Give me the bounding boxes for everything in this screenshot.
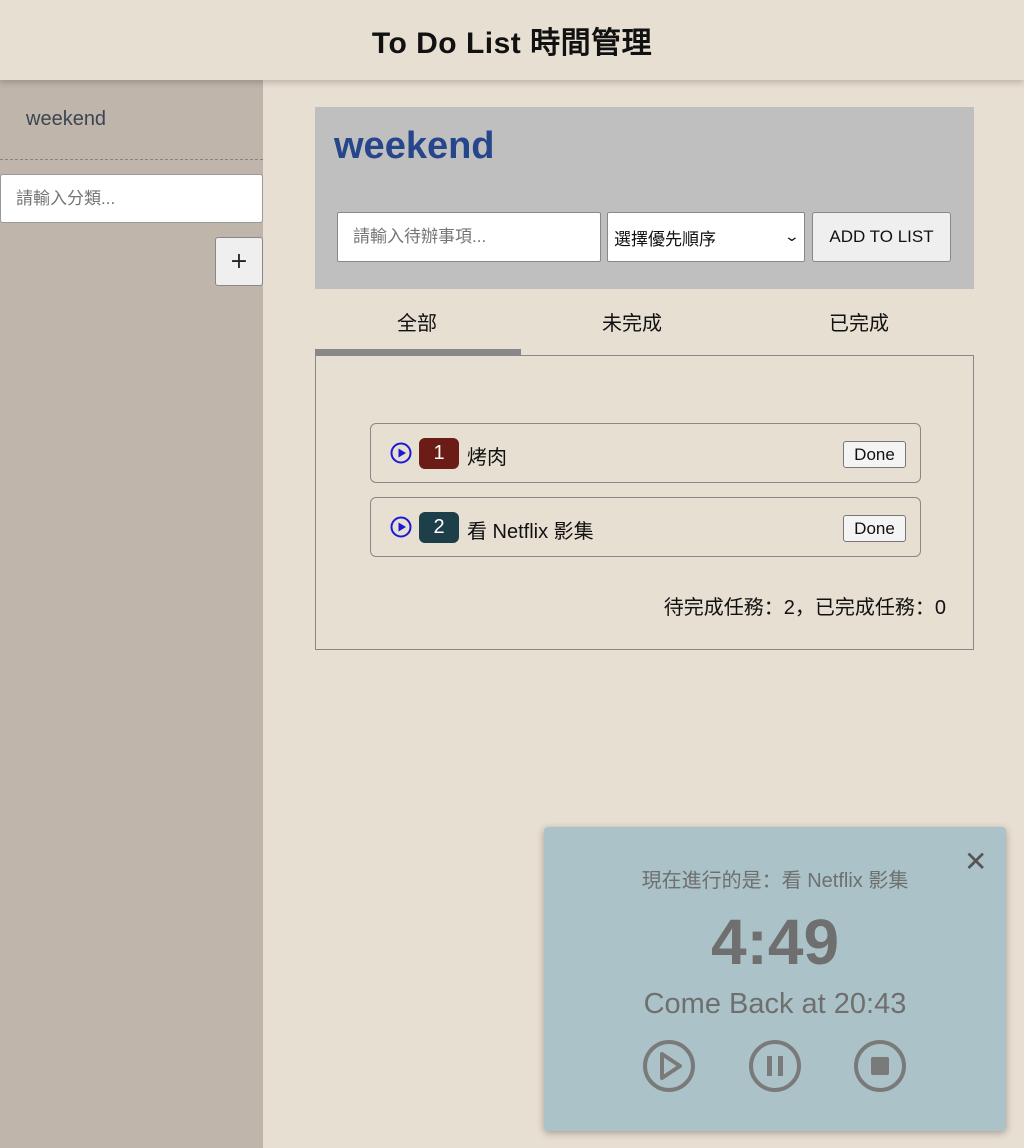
category-input[interactable] — [0, 174, 263, 223]
task-summary: 待完成任務：2，已完成任務：0 — [663, 597, 946, 619]
priority-select-value: 選擇優先順序 — [614, 229, 716, 249]
list-item: 1 烤肉 Done — [370, 423, 921, 483]
list-item: 2 看 Netflix 影集 Done — [370, 497, 921, 557]
play-circle-icon[interactable] — [390, 442, 412, 464]
chevron-down-icon: ⌄ — [783, 229, 801, 245]
play-icon[interactable] — [642, 1039, 696, 1093]
stop-icon[interactable] — [853, 1039, 907, 1093]
tab-all[interactable]: 全部 — [397, 307, 437, 336]
priority-badge: 1 — [419, 438, 459, 469]
todo-panel: weekend 選擇優先順序 ⌄ ADD TO LIST — [315, 107, 974, 289]
app-header: To Do List 時間管理 — [0, 0, 1024, 80]
pomodoro-timer: ✕ 現在進行的是：看 Netflix 影集 4:49 Come Back at … — [544, 827, 1006, 1131]
add-to-list-button[interactable]: ADD TO LIST — [812, 212, 951, 262]
add-category-button[interactable]: + — [215, 237, 263, 286]
todo-text: 烤肉 — [467, 447, 507, 469]
current-task-label: 現在進行的是：看 Netflix 影集 — [641, 870, 909, 892]
page-title: To Do List 時間管理 — [371, 27, 653, 60]
tab-incomplete[interactable]: 未完成 — [602, 307, 662, 336]
countdown-display: 4:49 — [710, 906, 840, 978]
sidebar-item-weekend[interactable]: weekend — [0, 80, 263, 160]
done-button[interactable]: Done — [843, 515, 906, 542]
come-back-time: Come Back at 20:43 — [643, 988, 907, 1020]
priority-select[interactable]: 選擇優先順序 ⌄ — [607, 212, 805, 262]
priority-badge: 2 — [419, 512, 459, 543]
sidebar: weekend + — [0, 80, 263, 1148]
tab-completed[interactable]: 已完成 — [829, 307, 889, 336]
todo-text: 看 Netflix 影集 — [467, 521, 594, 543]
filter-tabs: 全部 未完成 已完成 — [315, 289, 974, 355]
todo-list: 1 烤肉 Done 2 看 Netflix 影集 Done 待完成任務：2，已完… — [315, 355, 974, 650]
play-circle-icon[interactable] — [390, 516, 412, 538]
done-button[interactable]: Done — [843, 441, 906, 468]
category-title: weekend — [334, 125, 495, 167]
todo-input[interactable] — [337, 212, 601, 262]
pause-icon[interactable] — [748, 1039, 802, 1093]
